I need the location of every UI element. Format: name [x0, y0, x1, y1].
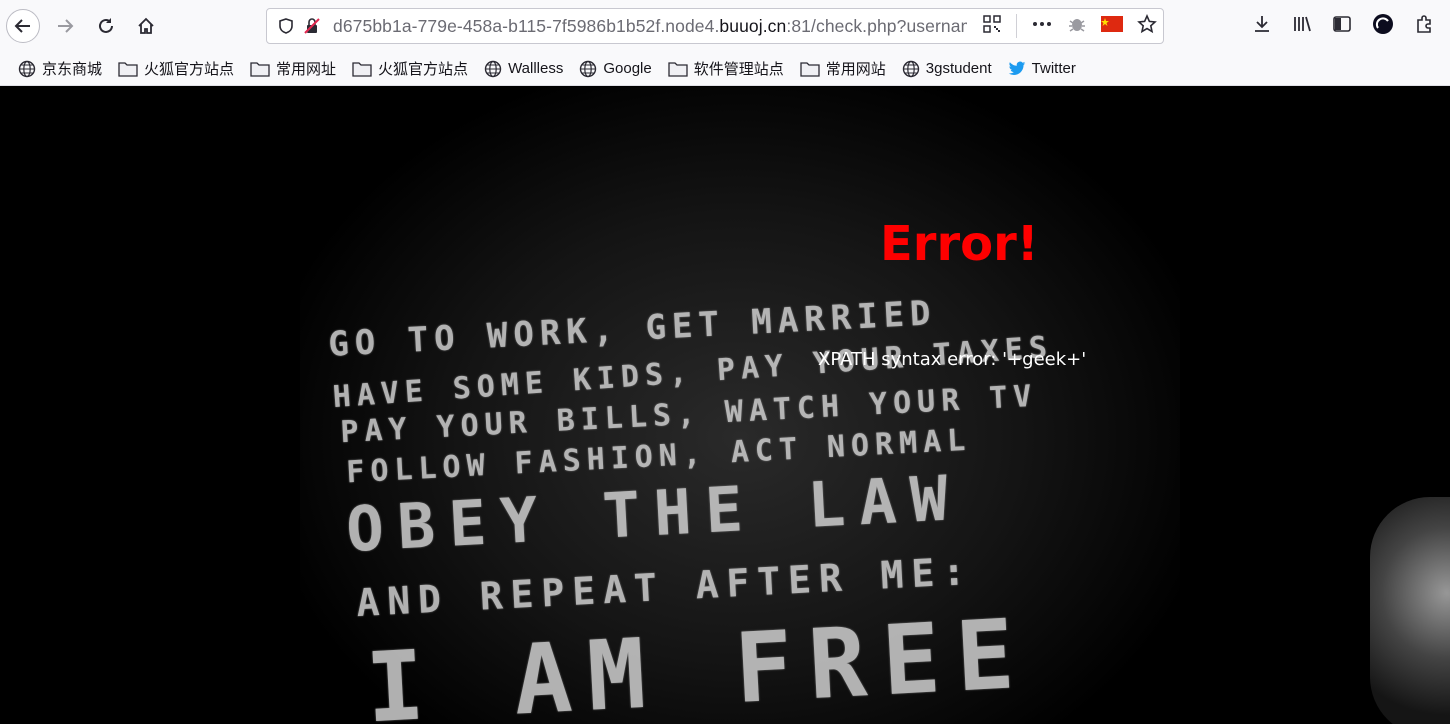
url-text[interactable]: d675bb1a-779e-458a-b115-7f5986b1b52f.nod…: [333, 16, 967, 37]
folder-icon: [800, 62, 820, 77]
error-message: XPATH syntax error: '+geek+': [818, 349, 1087, 370]
url-bar[interactable]: d675bb1a-779e-458a-b115-7f5986b1b52f.nod…: [266, 8, 1164, 44]
bookmark-label: Twitter: [1031, 60, 1076, 77]
folder-icon: [118, 62, 138, 77]
bookmarks-bar: 京东商城 火狐官方站点 常用网址 火狐官方站点 Wallless Google …: [0, 52, 1450, 86]
library-icon[interactable]: [1292, 14, 1312, 38]
reload-icon: [99, 18, 113, 33]
bookmark-label: 常用网站: [825, 61, 886, 78]
bug-icon[interactable]: [1067, 14, 1087, 38]
sidebar-icon[interactable]: [1332, 14, 1352, 38]
twitter-icon: [1008, 61, 1025, 75]
bookmark-label: 常用网址: [276, 61, 337, 78]
globe-icon: [580, 60, 597, 77]
bookmark-label: 3gstudent: [925, 60, 992, 77]
bookmark-label: 火狐官方站点: [378, 61, 469, 78]
globe-icon: [18, 60, 36, 77]
url-suffix: :81/check.php?username=admin&password=..…: [786, 15, 967, 36]
background-poster: GO TO WORK, GET MARRIED HAVE SOME KIDS, …: [300, 87, 1180, 724]
bookmark-folder[interactable]: 常用网站: [796, 56, 890, 82]
more-actions-icon[interactable]: [1031, 14, 1053, 38]
error-title: Error!: [880, 216, 1039, 272]
china-flag-icon[interactable]: [1101, 16, 1123, 36]
extensions-icon[interactable]: [1414, 14, 1434, 38]
background-figure: [1370, 497, 1450, 724]
bookmark-folder[interactable]: 常用网址: [246, 56, 340, 82]
arrow-right-icon: [58, 19, 74, 33]
folder-icon: [352, 62, 372, 77]
bookmark-item[interactable]: 3gstudent: [898, 56, 996, 82]
qr-code-icon[interactable]: [982, 14, 1002, 38]
reload-button[interactable]: [89, 9, 123, 43]
bookmark-folder[interactable]: 火狐官方站点: [348, 56, 472, 82]
folder-icon: [250, 62, 270, 77]
bookmark-folder[interactable]: 软件管理站点: [664, 56, 788, 82]
bookmark-label: Wallless: [508, 60, 564, 77]
bookmark-item[interactable]: 京东商城: [14, 56, 106, 82]
bookmark-item[interactable]: Twitter: [1004, 56, 1080, 82]
home-icon: [138, 17, 154, 34]
page-content: GO TO WORK, GET MARRIED HAVE SOME KIDS, …: [0, 87, 1450, 724]
download-icon[interactable]: [1252, 14, 1272, 38]
back-button[interactable]: [6, 9, 40, 43]
divider: [1016, 14, 1017, 38]
arrow-left-icon: [14, 19, 30, 33]
folder-icon: [668, 62, 688, 77]
url-prefix: d675bb1a-779e-458a-b115-7f5986b1b52f.nod…: [333, 15, 720, 36]
insecure-lock-icon[interactable]: [299, 13, 325, 39]
bookmark-item[interactable]: Google: [575, 56, 655, 82]
bookmark-star-icon[interactable]: [1137, 14, 1157, 38]
toolbar-right: [1252, 12, 1434, 40]
bookmark-label: 火狐官方站点: [144, 61, 235, 78]
url-host: buuoj.cn: [719, 15, 787, 36]
url-actions: [982, 9, 1157, 43]
home-button[interactable]: [129, 9, 163, 43]
globe-icon: [484, 60, 502, 77]
forward-button[interactable]: [48, 9, 82, 43]
bookmark-label: Google: [603, 60, 652, 77]
bookmark-label: 软件管理站点: [693, 61, 784, 78]
shield-icon[interactable]: [273, 13, 299, 39]
browser-toolbar: d675bb1a-779e-458a-b115-7f5986b1b52f.nod…: [0, 0, 1450, 52]
globe-icon: [902, 60, 919, 77]
bookmark-folder[interactable]: 火狐官方站点: [114, 56, 238, 82]
bookmark-item[interactable]: Wallless: [480, 56, 567, 82]
account-avatar-icon[interactable]: [1372, 13, 1394, 39]
bookmark-label: 京东商城: [42, 61, 103, 78]
